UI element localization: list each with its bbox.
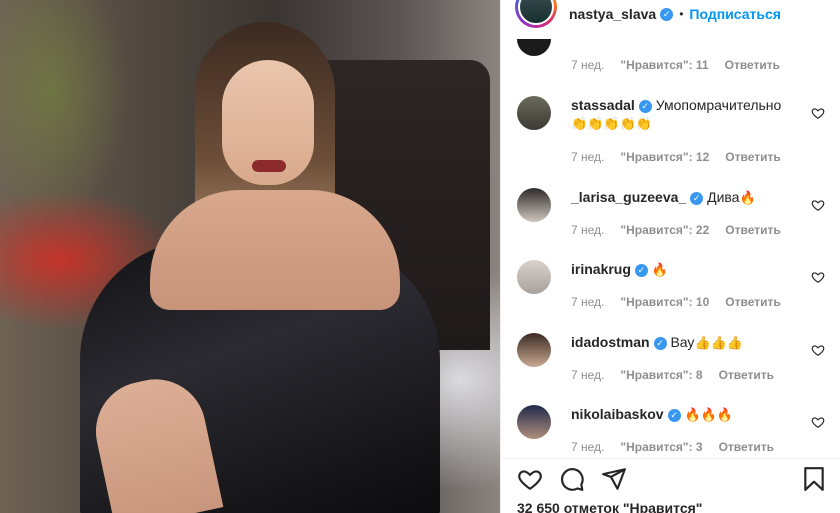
comment-likes[interactable]: "Нравится": 11 [620, 58, 708, 72]
plant-leaves [0, 0, 150, 260]
comment-icon[interactable] [559, 466, 585, 492]
author-username[interactable]: nastya_slava [569, 6, 656, 22]
comment-meta: 7 нед. "Нравится": 12 Ответить [571, 150, 781, 164]
comment-emoji: 🔥 [739, 190, 756, 205]
comment-time: 7 нед. [571, 295, 605, 309]
likes-count[interactable]: 32 650 отметок "Нравится" [517, 500, 702, 513]
shoulders-shape [150, 190, 400, 310]
comment-meta: 7 нед. "Нравится": 22 Ответить [571, 223, 781, 237]
heart-icon[interactable] [811, 198, 825, 212]
heart-icon[interactable] [811, 270, 825, 284]
lips-shape [252, 160, 286, 172]
reply-button[interactable]: Ответить [725, 295, 780, 309]
verified-badge-icon: ✓ [660, 7, 674, 21]
reply-button[interactable]: Ответить [725, 223, 780, 237]
comment-body: Вау [670, 334, 695, 350]
comment-meta: 7 нед. "Нравится": 10 Ответить [571, 295, 781, 309]
share-icon[interactable] [601, 466, 627, 492]
post-photo[interactable] [0, 0, 500, 513]
heart-icon[interactable] [811, 343, 825, 357]
reply-button[interactable]: Ответить [725, 58, 780, 72]
comment-username[interactable]: idadostman [571, 334, 650, 350]
comment-text: irinakrug ✓ 🔥 [571, 260, 801, 279]
post-side-panel: nastya_slava ✓ • Подписаться 7 нед. "Нра… [500, 0, 840, 513]
comment-username[interactable]: irinakrug [571, 261, 631, 277]
comment-emoji: 🔥🔥🔥 [684, 407, 734, 422]
comment-time: 7 нед. [571, 150, 605, 164]
comment-meta: 7 нед. "Нравится": 11 Ответить [571, 58, 780, 72]
comment-body: Дива [707, 189, 740, 205]
verified-badge-icon: ✓ [653, 336, 667, 350]
comment-time: 7 нед. [571, 440, 605, 454]
comment-time: 7 нед. [571, 368, 605, 382]
verified-badge-icon: ✓ [667, 408, 681, 422]
verified-badge-icon: ✓ [634, 263, 648, 277]
comment-avatar[interactable] [517, 188, 551, 222]
verified-badge-icon: ✓ [690, 191, 704, 205]
comments-list[interactable]: 7 нед. "Нравится": 11 Ответить stassadal… [501, 28, 840, 458]
comment-emoji: 👏👏👏👏👏 [571, 116, 652, 131]
reply-button[interactable]: Ответить [725, 150, 780, 164]
verified-badge-icon: ✓ [638, 99, 652, 113]
comment-likes[interactable]: "Нравится": 3 [620, 440, 702, 454]
heart-icon[interactable] [517, 466, 543, 492]
separator-dot: • [679, 7, 684, 21]
reply-button[interactable]: Ответить [719, 368, 774, 382]
comment-emoji: 👍👍👍 [694, 335, 743, 350]
comment-username[interactable]: stassadal [571, 97, 635, 113]
comment-text: stassadal ✓ Умопомрачительно 👏👏👏👏👏 [571, 96, 801, 133]
comment-meta: 7 нед. "Нравится": 8 Ответить [571, 368, 774, 382]
comment-avatar[interactable] [517, 39, 551, 56]
comment-emoji: 🔥 [651, 262, 668, 277]
post-header: nastya_slava ✓ • Подписаться [501, 0, 840, 28]
comment-text: nikolaibaskov ✓ 🔥🔥🔥 [571, 405, 801, 424]
comment-likes[interactable]: "Нравится": 8 [620, 368, 702, 382]
comment-likes[interactable]: "Нравится": 12 [620, 150, 709, 164]
comment-text: idadostman ✓ Вау👍👍👍 [571, 333, 801, 352]
comment-time: 7 нед. [571, 58, 605, 72]
comment-time: 7 нед. [571, 223, 605, 237]
comment-likes[interactable]: "Нравится": 10 [620, 295, 709, 309]
comment-likes[interactable]: "Нравится": 22 [620, 223, 709, 237]
comment-username[interactable]: nikolaibaskov [571, 406, 664, 422]
author-avatar[interactable] [515, 0, 557, 28]
bookmark-icon[interactable] [801, 466, 827, 492]
heart-icon[interactable] [811, 415, 825, 429]
follow-button[interactable]: Подписаться [689, 6, 781, 22]
comment-meta: 7 нед. "Нравится": 3 Ответить [571, 440, 774, 454]
comment-avatar[interactable] [517, 260, 551, 294]
comment-avatar[interactable] [517, 405, 551, 439]
comment-text: _larisa_guzeeva_ ✓ Дива🔥 [571, 188, 801, 207]
comment-avatar[interactable] [517, 96, 551, 130]
comment-avatar[interactable] [517, 333, 551, 367]
reply-button[interactable]: Ответить [719, 440, 774, 454]
comment-body: Умопомрачительно [655, 97, 782, 113]
post-action-bar [501, 458, 840, 498]
heart-icon[interactable] [811, 106, 825, 120]
comment-username[interactable]: _larisa_guzeeva_ [571, 189, 686, 205]
